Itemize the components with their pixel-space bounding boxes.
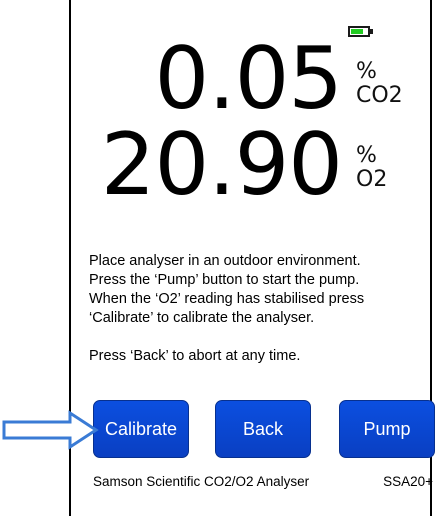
battery-level-fill: [351, 29, 363, 34]
instructions-text: Place analyser in an outdoor environment…: [89, 252, 434, 366]
instruction-spacer: [89, 328, 434, 347]
pump-button[interactable]: Pump: [339, 400, 435, 458]
co2-unit: % CO2: [356, 60, 403, 108]
battery-tip: [370, 29, 373, 34]
o2-unit: % O2: [356, 144, 387, 192]
instruction-line: Place analyser in an outdoor environment…: [89, 253, 361, 269]
instruction-line: When the ‘O2’ reading has stabilised pre…: [89, 291, 365, 307]
footer: Samson Scientific CO2/O2 Analyser SSA20+: [93, 474, 433, 490]
co2-unit-gas: CO2: [356, 83, 403, 108]
instruction-line: Press the ‘Pump’ button to start the pum…: [89, 272, 360, 288]
instruction-line: Press ‘Back’ to abort at any time.: [89, 348, 301, 364]
o2-reading: 20.90: [100, 115, 343, 215]
o2-unit-percent: %: [356, 143, 377, 168]
co2-unit-percent: %: [356, 59, 377, 84]
calibrate-button[interactable]: Calibrate: [93, 400, 189, 458]
battery-icon: [348, 26, 370, 37]
o2-unit-gas: O2: [356, 167, 388, 192]
right-arrow-icon: [2, 410, 99, 450]
back-button[interactable]: Back: [215, 400, 311, 458]
co2-reading: 0.05: [154, 29, 343, 129]
instruction-line: ‘Calibrate’ to calibrate the analyser.: [89, 310, 315, 326]
model-name: SSA20+: [383, 474, 433, 489]
product-name: Samson Scientific CO2/O2 Analyser: [93, 474, 310, 489]
